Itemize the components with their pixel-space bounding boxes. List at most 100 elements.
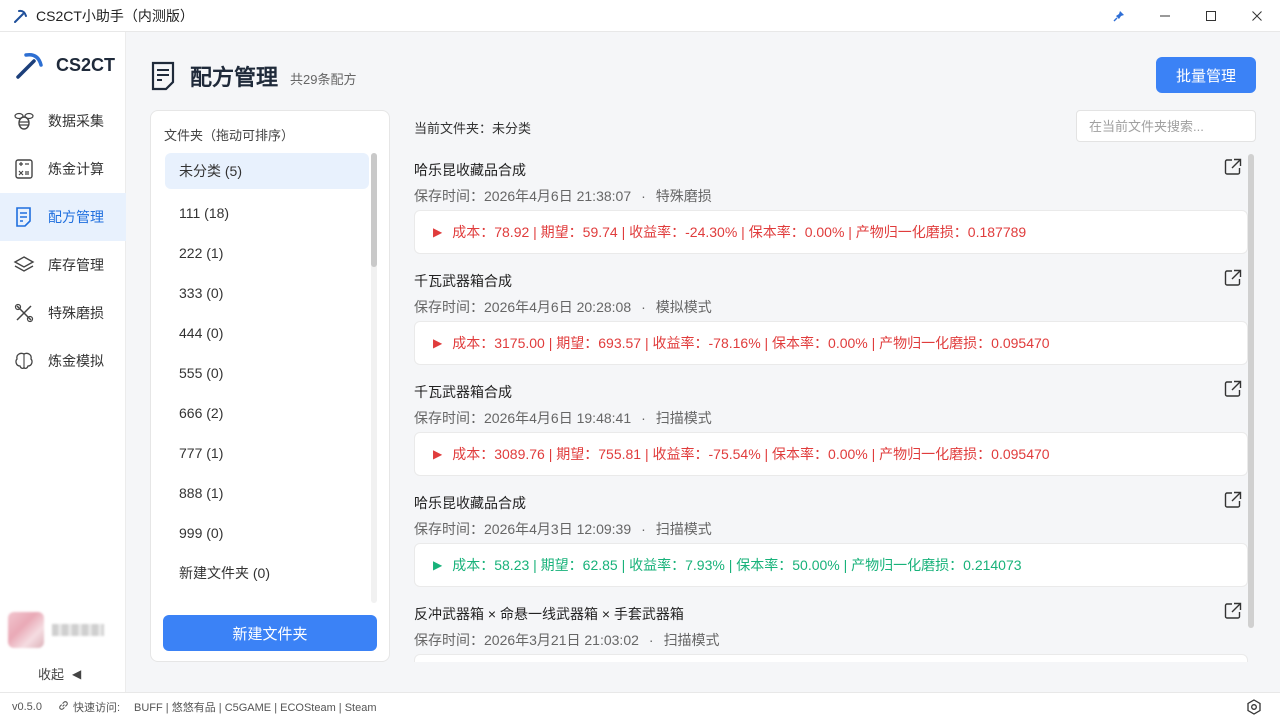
recipe-time: 保存时间：2026年4月6日 21:38:07 [414, 188, 632, 204]
pickaxe-icon [12, 8, 28, 24]
recipe-meta: 保存时间：2026年4月3日 12:09:39 · 扫描模式 [414, 521, 712, 537]
recipe-summary-box[interactable]: ▶ 成本：3089.76 | 期望：755.81 | 收益率：-75.54% | … [414, 432, 1248, 476]
recipe-mode: 模拟模式 [655, 299, 712, 315]
close-icon[interactable] [1234, 0, 1280, 32]
recipe-mode: 特殊磨损 [655, 188, 712, 204]
folder-list: 未分类 (5) 111 (18) 222 (1) 333 (0) 444 (0)… [165, 153, 369, 593]
page-header: 配方管理 共29条配方 [150, 60, 356, 92]
current-folder-label: 当前文件夹：未分类 [414, 121, 532, 136]
sidebar-item-data-collect[interactable]: 数据采集 [0, 97, 126, 145]
sidebar-item-label: 炼金模拟 [48, 353, 104, 369]
collapse-button[interactable]: 收起 ◀ [38, 664, 81, 683]
recipe-meta: 保存时间：2026年3月21日 21:03:02 · 扫描模式 [414, 632, 720, 648]
scrollbar-thumb[interactable] [1248, 154, 1254, 628]
sidebar-item-special-wear[interactable]: 特殊磨损 [0, 289, 126, 337]
title-bar: CS2CT小助手（内测版） [0, 0, 1280, 32]
folder-item[interactable]: 777 (1) [165, 433, 369, 473]
window-title: CS2CT小助手（内测版） [36, 7, 194, 24]
document-icon [12, 205, 36, 229]
recipe-item: 哈乐昆收藏品合成 保存时间：2026年4月6日 21:38:07 · 特殊磨损 ▶ 成… [414, 154, 1248, 265]
recipe-name: 千瓦武器箱合成 [414, 273, 512, 289]
sidebar-item-alchemy-sim[interactable]: 炼金模拟 [0, 337, 126, 385]
folder-item[interactable]: 111 (18) [165, 193, 369, 233]
recipe-scrollbar[interactable] [1248, 154, 1254, 628]
recipe-summary: 成本：3175.00 | 期望：693.57 | 收益率：-78.16% | 保… [452, 335, 1050, 351]
collapse-label: 收起 [38, 667, 65, 682]
export-icon[interactable] [1224, 158, 1242, 176]
main-content: 配方管理 共29条配方 批量管理 文件夹（拖动可排序） 未分类 (5) 111 … [126, 32, 1280, 692]
scrollbar-thumb[interactable] [371, 153, 377, 267]
user-name-redacted [52, 624, 104, 636]
pickaxe-logo-icon [14, 50, 44, 80]
sidebar-item-alchemy-calc[interactable]: 炼金计算 [0, 145, 126, 193]
folder-item[interactable]: 222 (1) [165, 233, 369, 273]
brand-name: CS2CT [56, 54, 116, 75]
minimize-icon[interactable] [1142, 0, 1188, 32]
recipe-name: 哈乐昆收藏品合成 [414, 162, 526, 178]
recipe-time: 保存时间：2026年4月6日 20:28:08 [414, 299, 632, 315]
play-triangle-icon: ▶ [433, 336, 443, 350]
sidebar-nav: 数据采集 炼金计算 配方管理 库存管理 特殊磨损 炼金模拟 [0, 97, 126, 385]
export-icon[interactable] [1224, 602, 1242, 620]
search-input[interactable] [1076, 110, 1256, 142]
quick-links[interactable]: BUFF | 悠悠有品 | C5GAME | ECOSteam | Steam [134, 699, 376, 715]
folder-item[interactable]: 新建文件夹 (0) [165, 553, 369, 593]
recipe-summary-box[interactable]: ▶ 成本：78.92 | 期望：59.74 | 收益率：-24.30% | 保本率… [414, 210, 1248, 254]
recipe-count: 共29条配方 [290, 71, 357, 87]
recipe-mode: 扫描模式 [655, 410, 712, 426]
brand: CS2CT [14, 50, 115, 80]
recipe-time: 保存时间：2026年4月3日 12:09:39 [414, 521, 632, 537]
folder-item[interactable]: 未分类 (5) [165, 153, 369, 189]
recipe-meta: 保存时间：2026年4月6日 19:48:41 · 扫描模式 [414, 410, 712, 426]
sidebar-item-label: 库存管理 [48, 257, 104, 273]
recipe-summary-box[interactable]: ▶ 成本：58.23 | 期望：62.85 | 收益率：7.93% | 保本率：5… [414, 543, 1248, 587]
recipe-name: 千瓦武器箱合成 [414, 384, 512, 400]
play-triangle-icon: ▶ [433, 558, 443, 572]
folder-item[interactable]: 555 (0) [165, 353, 369, 393]
recipe-mode: 扫描模式 [663, 632, 720, 648]
recipe-summary: 成本：78.92 | 期望：59.74 | 收益率：-24.30% | 保本率：… [452, 224, 1027, 240]
sidebar-item-label: 数据采集 [48, 113, 104, 129]
folder-item[interactable]: 999 (0) [165, 513, 369, 553]
brain-icon [12, 349, 36, 373]
settings-icon[interactable] [1246, 699, 1262, 715]
user-profile[interactable] [8, 612, 104, 648]
recipe-summary: 成本：3089.76 | 期望：755.81 | 收益率：-75.54% | 保… [452, 446, 1050, 462]
export-icon[interactable] [1224, 491, 1242, 509]
batch-manage-button[interactable]: 批量管理 [1156, 57, 1256, 93]
recipe-meta: 保存时间：2026年4月6日 20:28:08 · 模拟模式 [414, 299, 712, 315]
export-icon[interactable] [1224, 269, 1242, 287]
sidebar-item-recipe-manage[interactable]: 配方管理 [0, 193, 126, 241]
play-triangle-icon: ▶ [433, 225, 443, 239]
folder-item[interactable]: 666 (2) [165, 393, 369, 433]
recipe-summary: 成本：58.23 | 期望：62.85 | 收益率：7.93% | 保本率：50… [452, 557, 1022, 573]
recipe-time: 保存时间：2026年3月21日 21:03:02 [414, 632, 639, 648]
status-bar: v0.5.0 快速访问: BUFF | 悠悠有品 | C5GAME | ECOS… [0, 692, 1280, 720]
folder-item[interactable]: 333 (0) [165, 273, 369, 313]
folder-item[interactable]: 888 (1) [165, 473, 369, 513]
folder-scrollbar[interactable] [371, 153, 377, 603]
sidebar-item-inventory[interactable]: 库存管理 [0, 241, 126, 289]
calculator-icon [12, 157, 36, 181]
quick-access: 快速访问: [58, 699, 120, 715]
document-icon [150, 61, 178, 91]
recipe-item: 反冲武器箱 × 命悬一线武器箱 × 手套武器箱 保存时间：2026年3月21日 … [414, 598, 1248, 662]
sidebar-item-label: 炼金计算 [48, 161, 104, 177]
layers-icon [12, 253, 36, 277]
recipe-name: 哈乐昆收藏品合成 [414, 495, 526, 511]
recipe-summary-box[interactable]: ▶ 成本：3175.00 | 期望：693.57 | 收益率：-78.16% | … [414, 321, 1248, 365]
sidebar-item-label: 特殊磨损 [48, 305, 104, 321]
new-folder-button[interactable]: 新建文件夹 [163, 615, 377, 651]
maximize-icon[interactable] [1188, 0, 1234, 32]
pin-icon[interactable] [1096, 0, 1142, 32]
recipe-mode: 扫描模式 [655, 521, 712, 537]
folder-item[interactable]: 444 (0) [165, 313, 369, 353]
export-icon[interactable] [1224, 380, 1242, 398]
folder-panel-header: 文件夹（拖动可排序） [164, 128, 295, 143]
tools-icon [12, 301, 36, 325]
link-icon [58, 700, 69, 714]
triangle-left-icon: ◀ [72, 666, 82, 681]
recipe-summary-box[interactable]: ▶ [414, 654, 1248, 662]
quick-access-label: 快速访问: [72, 701, 121, 714]
recipe-meta: 保存时间：2026年4月6日 21:38:07 · 特殊磨损 [414, 188, 712, 204]
